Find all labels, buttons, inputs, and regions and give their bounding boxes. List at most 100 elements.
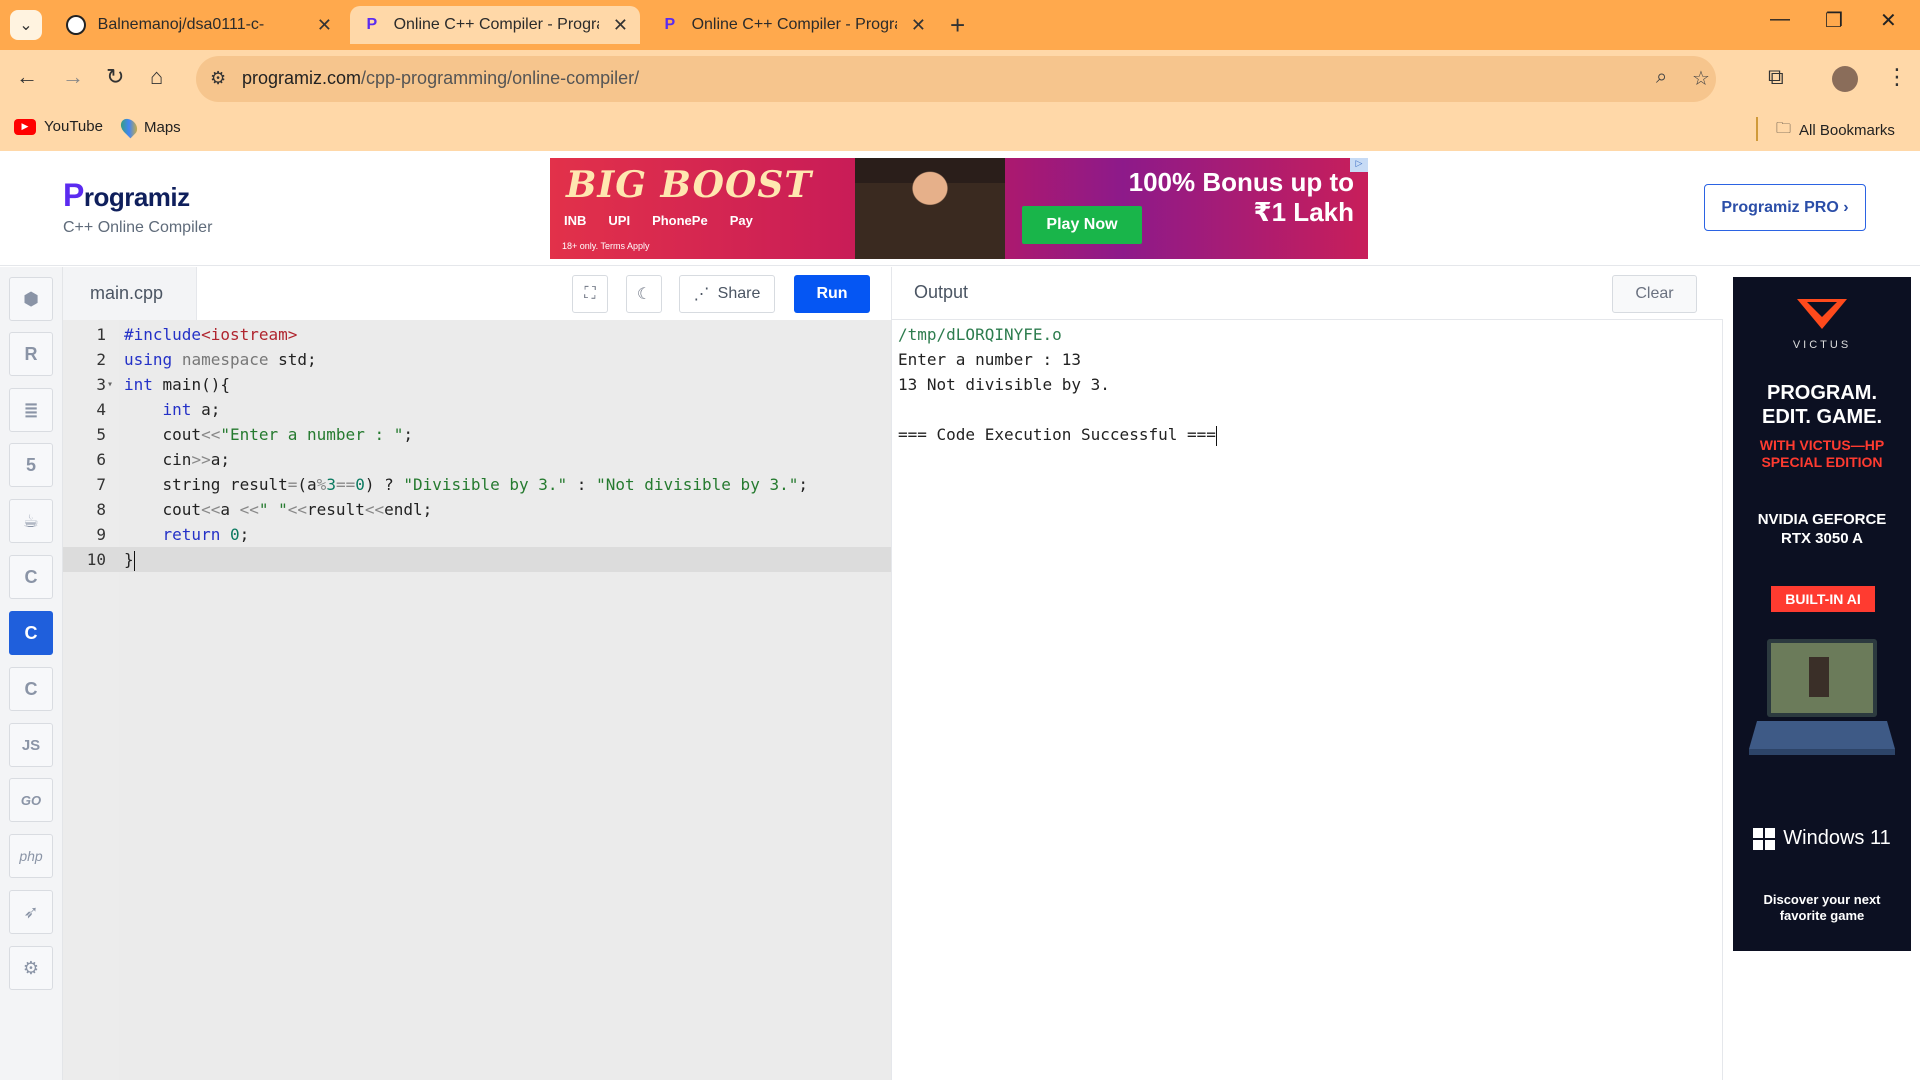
line-number: 7 <box>96 475 106 494</box>
laptop-image <box>1749 639 1895 755</box>
ad-bonus: 100% Bonus up to ₹1 Lakh <box>1128 167 1354 228</box>
side-ad[interactable]: VICTUS PROGRAM. EDIT. GAME. WITH VICTUS—… <box>1733 277 1911 951</box>
code-line[interactable]: 1 #include<iostream> <box>63 322 891 347</box>
code-line[interactable]: 7 string result=(a%3==0) ? "Divisible by… <box>63 472 891 497</box>
tab-title: Balnemanoj/dsa0111-c- <box>97 16 265 33</box>
line-number: 5 <box>96 425 106 444</box>
restore-button[interactable]: ❐ <box>1825 8 1843 33</box>
browser-tab-3[interactable]: P Online C++ Compiler - Program ✕ <box>648 6 938 44</box>
line-number: 10 <box>86 550 106 569</box>
ad-hp: WITH VICTUS—HP SPECIAL EDITION <box>1733 437 1911 471</box>
home-icon[interactable]: ⌂ <box>150 64 163 90</box>
rust-icon[interactable]: ⚙ <box>9 946 53 990</box>
html-icon[interactable]: 5 <box>9 443 53 487</box>
all-bookmarks[interactable]: 🗀 All Bookmarks <box>1776 118 1895 143</box>
bookmark-label: Maps <box>144 118 181 136</box>
output-line: /tmp/dLORQINYFE.o <box>898 325 1062 344</box>
close-icon[interactable]: ✕ <box>317 15 332 36</box>
code-text: int a; <box>162 400 221 419</box>
page-subtitle: C++ Online Compiler <box>63 219 213 236</box>
code-line[interactable]: 5 cout<<"Enter a number : "; <box>63 422 891 447</box>
moon-icon: ☾ <box>636 286 652 303</box>
python-icon[interactable]: ⬢ <box>9 277 53 321</box>
browser-tab-2[interactable]: P Online C++ Compiler - Program ✕ <box>350 6 640 44</box>
run-button[interactable]: Run <box>794 275 870 313</box>
share-button[interactable]: ⋰ Share <box>679 275 775 313</box>
top-ad-banner[interactable]: BIG BOOST INB UPI PhonePe Pay 18+ only. … <box>550 158 1368 259</box>
menu-icon[interactable]: ⋮ <box>1886 64 1908 90</box>
ad-discover: Discover your next favorite game <box>1733 892 1911 925</box>
ad-payment: UPI <box>608 213 631 228</box>
close-icon[interactable]: ✕ <box>911 15 926 36</box>
chevron-down-icon: ⌄ <box>19 17 33 34</box>
forward-arrow-icon[interactable]: → <box>62 64 84 90</box>
ad-nvidia-line: NVIDIA GEFORCE <box>1757 511 1887 528</box>
code-text: string result=(a%3==0) ? "Divisible by 3… <box>124 475 808 494</box>
go-icon[interactable]: GO <box>9 778 53 822</box>
window-close-button[interactable]: ✕ <box>1880 8 1897 33</box>
tab-search-button[interactable]: ⌄ <box>10 10 42 40</box>
code-line[interactable]: 9 return 0; <box>63 522 891 547</box>
zoom-icon[interactable]: ⌕ <box>1656 66 1667 89</box>
code-line[interactable]: 3 ▾ int main(){ <box>63 372 891 397</box>
ad-tagline-line: PROGRAM. <box>1767 382 1877 404</box>
code-line-current[interactable]: 10} <box>63 547 891 572</box>
url-domain: programiz.com <box>242 68 362 88</box>
address-bar[interactable]: ⚙ programiz.com/cpp-programming/online-c… <box>196 56 1716 102</box>
ad-hp-line: WITH VICTUS—HP <box>1759 437 1885 453</box>
code-text: return 0; <box>162 525 250 544</box>
cpp-icon[interactable]: C <box>9 611 53 655</box>
bookmark-label: YouTube <box>44 118 103 135</box>
sql-icon[interactable]: ≣ <box>9 388 53 432</box>
bookmarks-divider <box>1756 117 1758 141</box>
site-settings-icon[interactable]: ⚙ <box>210 68 226 89</box>
php-icon[interactable]: php <box>9 834 53 878</box>
github-icon <box>66 15 86 35</box>
new-tab-button[interactable]: + <box>950 10 965 41</box>
url-text[interactable]: programiz.com/cpp-programming/online-com… <box>242 68 639 89</box>
programiz-icon: P <box>366 16 378 33</box>
back-arrow-icon[interactable]: ← <box>16 64 38 90</box>
theme-toggle-button[interactable]: ☾ <box>626 275 662 313</box>
browser-tab-1[interactable]: Balnemanoj/dsa0111-c- ✕ <box>54 6 344 44</box>
code-line[interactable]: 8 cout<<a <<" "<<result<<endl; <box>63 497 891 522</box>
avatar[interactable] <box>1832 66 1858 92</box>
code-line[interactable]: 6 cin>>a; <box>63 447 891 472</box>
adchoices-icon[interactable]: ▷ <box>1350 158 1368 172</box>
ad-windows-label: Windows 11 <box>1783 827 1891 849</box>
code-editor[interactable]: 1 #include<iostream> 2 using namespace std… <box>63 320 891 1080</box>
code-line[interactable]: 2 using namespace std; <box>63 347 891 372</box>
star-icon[interactable]: ☆ <box>1692 66 1710 91</box>
file-tab[interactable]: main.cpp <box>63 267 197 320</box>
bookmark-maps[interactable]: Maps <box>117 115 181 139</box>
c-icon[interactable]: C <box>9 555 53 599</box>
ad-discover-line: Discover your next <box>1763 892 1881 907</box>
fold-arrow-icon[interactable]: ▾ <box>107 372 113 397</box>
minimize-button[interactable]: — <box>1770 8 1790 31</box>
ad-bonus-line: 100% Bonus up to <box>1128 167 1354 197</box>
fullscreen-button[interactable]: ⛶ <box>572 275 608 313</box>
programiz-logo[interactable]: Programiz <box>63 177 190 214</box>
ad-payment: INB <box>564 213 587 228</box>
r-icon[interactable]: R <box>9 332 53 376</box>
java-icon[interactable]: ☕ <box>9 499 53 543</box>
code-line[interactable]: 4 int a; <box>63 397 891 422</box>
bookmark-youtube[interactable]: ▶ YouTube <box>14 118 103 135</box>
csharp-icon[interactable]: C <box>9 667 53 711</box>
ad-play-button[interactable]: Play Now <box>1022 206 1142 244</box>
output-console[interactable]: /tmp/dLORQINYFE.o Enter a number : 13 13… <box>891 320 1723 1080</box>
rail-label: GO <box>20 792 42 808</box>
tab-title: Online C++ Compiler - Program <box>393 16 599 33</box>
swift-icon[interactable]: ➶ <box>9 890 53 934</box>
close-icon[interactable]: ✕ <box>613 15 628 36</box>
reload-icon[interactable]: ↻ <box>106 64 124 90</box>
logo-text: rogramiz <box>83 182 190 212</box>
ad-tagline: PROGRAM. EDIT. GAME. <box>1733 381 1911 429</box>
js-icon[interactable]: JS <box>9 723 53 767</box>
clear-button[interactable]: Clear <box>1612 275 1697 313</box>
ad-payment: PhonePe <box>652 213 708 228</box>
victus-logo-icon <box>1797 299 1847 329</box>
extensions-icon[interactable]: ⧉ <box>1768 64 1784 90</box>
programiz-pro-button[interactable]: Programiz PRO › <box>1704 184 1866 231</box>
ad-nvidia-line: RTX 3050 A <box>1781 529 1863 547</box>
